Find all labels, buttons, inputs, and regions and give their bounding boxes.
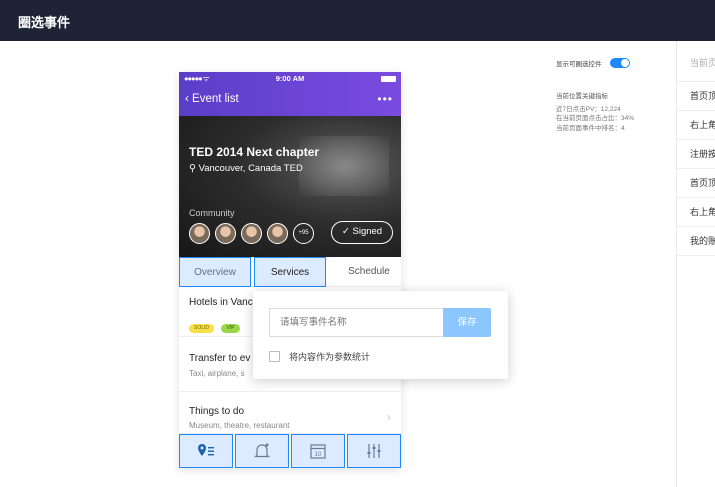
event-location: ⚲ Vancouver, Canada TED [189,163,303,174]
phone-nav-bar: ‹ Event list ••• [179,86,401,116]
back-button[interactable]: ‹ Event list [185,93,239,105]
toggle-row: 显示可圈选控件 [556,58,630,68]
tag-vip: VIP [221,324,240,333]
avatar[interactable] [241,223,262,244]
list-item-subtitle: Museum, theatre, restaurant [189,421,290,430]
status-time: 9:00 AM [275,74,305,83]
event-tabs: Overview Services Schedule [179,257,401,287]
event-title: TED 2014 Next chapter [189,145,320,159]
tab-services[interactable]: Services [254,257,326,287]
more-icon[interactable]: ••• [377,92,393,106]
page-title: 圈选事件 [18,15,71,30]
param-stat-label: 将内容作为参数统计 [289,352,371,362]
event-name-input[interactable] [269,308,445,337]
tag-group: SOLID VIP [189,316,243,334]
right-panel-item[interactable]: 首页顶 [677,169,715,198]
calendar-icon: 10 [310,444,326,459]
right-panel-item[interactable]: 注册按 [677,140,715,169]
location-list-icon [198,444,214,456]
event-hero: TED 2014 Next chapter ⚲ Vancouver, Canad… [179,116,401,257]
event-naming-popup: 保存 将内容作为参数统计 [253,291,508,379]
chevron-right-icon: › [387,410,391,424]
right-panel: 当前页 首页顶 右上角 注册按 首页顶 右上角 我的账 [676,41,715,487]
tab-schedule[interactable]: Schedule [339,257,399,287]
metrics-panel: 当前位置关键指标 近7日点击PV：12,224 在当前页面点击占比：34% 当前… [556,92,634,133]
status-bar: ●●●●● ᯤ 9:00 AM [179,72,401,86]
top-bar: 圈选事件 [0,0,715,41]
metric-rank: 当前页面事件中排名：4 [556,124,625,132]
settings-button[interactable] [347,434,401,468]
avatar[interactable] [267,223,288,244]
save-button[interactable]: 保存 [443,308,491,337]
show-selectable-toggle[interactable] [609,58,630,68]
avatar[interactable] [215,223,236,244]
right-panel-item[interactable]: 右上角 [677,111,715,140]
tag-solid: SOLID [189,324,215,333]
bottom-tab-bar: 10 [179,434,401,468]
list-item[interactable]: Things to do Museum, theatre, restaurant… [179,392,401,434]
list-item-title: Things to do [189,406,245,417]
more-members-badge[interactable]: +95 [293,223,314,244]
param-stat-checkbox[interactable] [269,351,280,362]
location-list-button[interactable] [179,434,233,468]
calendar-day: 10 [315,452,322,458]
calendar-button[interactable]: 10 [291,434,345,468]
list-item-title: Transfer to ev [189,353,251,364]
signed-button[interactable]: ✓ Signed [331,221,393,244]
right-panel-item[interactable]: 首页顶 [677,82,715,111]
metric-pv: 近7日点击PV：12,224 [556,105,621,113]
bell-icon [254,443,270,458]
metric-ratio: 在当前页面点击占比：34% [556,115,635,122]
community-avatars: +95 [189,223,319,244]
right-panel-header: 当前页 [677,41,715,82]
right-panel-item[interactable]: 右上角 [677,198,715,227]
metrics-title: 当前位置关键指标 [556,93,608,100]
community-label: Community [189,208,235,218]
toggle-label: 显示可圈选控件 [556,61,602,68]
phone-preview: ●●●●● ᯤ 9:00 AM ‹ Event list ••• TED 201… [179,72,401,468]
right-panel-item[interactable]: 我的账 [677,227,715,256]
notifications-button[interactable] [235,434,289,468]
sliders-icon [367,444,381,458]
list-item-title: Hotels in Vanc [189,297,253,308]
avatar[interactable] [189,223,210,244]
tab-overview[interactable]: Overview [179,257,251,287]
battery-icon [381,76,396,82]
list-item-subtitle: Taxi, airplane, s [189,369,245,378]
